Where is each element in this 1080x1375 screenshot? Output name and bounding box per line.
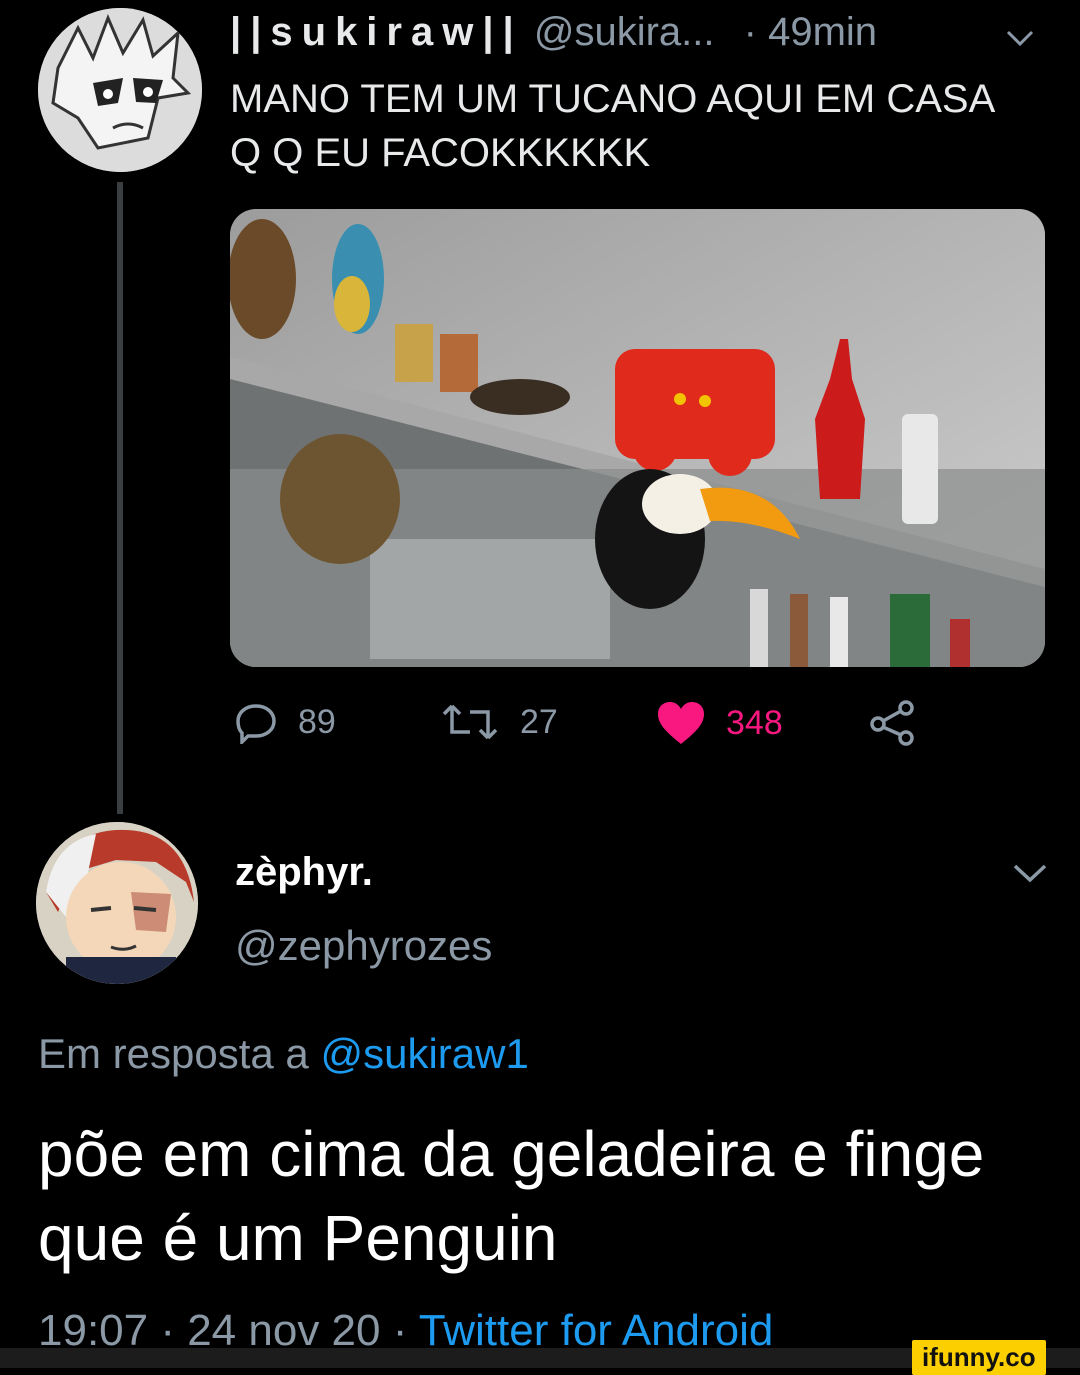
tweet-media[interactable]: [230, 209, 1045, 667]
handle[interactable]: @zephyrozes: [235, 922, 492, 970]
heart-icon: [658, 702, 704, 744]
reply-context: Em resposta a @sukiraw1: [38, 1030, 529, 1078]
avatar[interactable]: [36, 822, 198, 984]
handle[interactable]: @sukira...: [534, 10, 715, 54]
reply-count: 89: [298, 702, 336, 741]
chevron-down-icon[interactable]: [1000, 18, 1040, 58]
reply-mention-link[interactable]: @sukiraw1: [320, 1030, 528, 1077]
retweet-button[interactable]: 27: [440, 700, 558, 744]
timestamp[interactable]: · 49min: [744, 10, 877, 54]
avatar[interactable]: [38, 8, 202, 172]
anime-avatar-image: [38, 8, 202, 172]
reply-icon: [236, 704, 276, 744]
reply-button[interactable]: 89: [234, 700, 336, 744]
tweet-text: põe em cima da geladeira e finge que é u…: [38, 1118, 985, 1274]
like-count: 348: [726, 703, 783, 742]
display-name[interactable]: zèphyr.: [235, 850, 373, 895]
watermark-logo: ifunny.co: [912, 1340, 1046, 1375]
tweet-header: ||sukiraw|| @sukira... · 49min: [230, 10, 877, 55]
retweet-count: 27: [520, 702, 558, 741]
chevron-down-icon[interactable]: [1005, 848, 1055, 898]
share-button[interactable]: [868, 700, 918, 746]
anime-avatar-image: [36, 822, 198, 984]
share-icon: [870, 700, 914, 746]
retweet-icon: [442, 704, 498, 740]
tweet-text: MANO TEM UM TUCANO AQUI EM CASA Q Q EU F…: [230, 77, 994, 175]
reply-prefix: Em resposta a: [38, 1030, 309, 1077]
like-button[interactable]: 348: [656, 700, 783, 746]
thread-line: [117, 182, 123, 814]
kitchen-photo: [230, 209, 1045, 667]
display-name[interactable]: ||sukiraw||: [230, 10, 523, 54]
